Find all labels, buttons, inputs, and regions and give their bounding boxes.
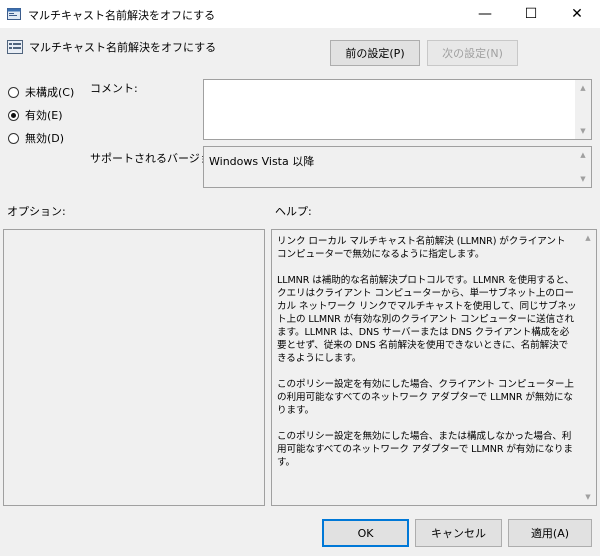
comment-scrollbar[interactable]: ▲ ▼ (575, 80, 591, 139)
help-paragraph: リンク ローカル マルチキャスト名前解決 (LLMNR) がクライアント コンピ… (277, 236, 566, 260)
help-paragraph: このポリシー設定を無効にした場合、または構成しなかった場合、利用可能なすべてのネ… (277, 431, 573, 468)
scroll-up-icon[interactable]: ▲ (575, 147, 591, 163)
apply-button[interactable]: 適用(A) (508, 519, 592, 547)
scroll-up-icon[interactable]: ▲ (580, 230, 596, 246)
radio-not-configured-indicator[interactable] (8, 86, 19, 98)
scroll-down-icon[interactable]: ▼ (580, 489, 596, 505)
options-label: オプション: (7, 205, 66, 218)
help-panel: リンク ローカル マルチキャスト名前解決 (LLMNR) がクライアント コンピ… (271, 229, 597, 506)
next-setting-button[interactable]: 次の設定(N) (427, 40, 518, 66)
policy-setting-icon (7, 40, 23, 54)
supported-on-field: Windows Vista 以降 ▲ ▼ (203, 146, 592, 188)
radio-enabled-indicator[interactable] (8, 109, 19, 121)
help-paragraph: このポリシー設定を有効にした場合、クライアント コンピューター上の利用可能なすべ… (277, 379, 574, 416)
radio-disabled-label: 無効(D) (25, 132, 65, 145)
help-label: ヘルプ: (275, 205, 312, 218)
title-bar: マルチキャスト名前解決をオフにする — ☐ ✕ (0, 0, 600, 28)
minimize-button[interactable]: — (462, 0, 508, 28)
radio-disabled-indicator[interactable] (8, 132, 19, 144)
help-paragraph: LLMNR は補助的な名前解決プロトコルです。LLMNR を使用すると、クエリは… (277, 275, 577, 364)
setting-heading: マルチキャスト名前解決をオフにする (29, 41, 217, 54)
scroll-up-icon[interactable]: ▲ (575, 80, 591, 96)
comment-textarea[interactable]: ▲ ▼ (203, 79, 592, 140)
cancel-button[interactable]: キャンセル (415, 519, 502, 547)
window-title: マルチキャスト名前解決をオフにする (28, 9, 216, 22)
radio-enabled-label: 有効(E) (25, 109, 63, 122)
supported-on-value: Windows Vista 以降 (209, 155, 315, 168)
policy-window-icon (7, 8, 21, 20)
help-scrollbar[interactable]: ▲ ▼ (580, 230, 596, 505)
ok-button[interactable]: OK (322, 519, 409, 547)
scroll-down-icon[interactable]: ▼ (575, 123, 591, 139)
help-text: リンク ローカル マルチキャスト名前解決 (LLMNR) がクライアント コンピ… (277, 235, 577, 482)
radio-not-configured-label: 未構成(C) (25, 86, 75, 99)
maximize-button[interactable]: ☐ (508, 0, 554, 28)
radio-disabled[interactable]: 無効(D) (8, 130, 64, 146)
radio-enabled[interactable]: 有効(E) (8, 107, 63, 123)
close-button[interactable]: ✕ (554, 0, 600, 28)
comment-label: コメント: (90, 82, 138, 95)
scroll-down-icon[interactable]: ▼ (575, 171, 591, 187)
radio-not-configured[interactable]: 未構成(C) (8, 84, 74, 100)
previous-setting-button[interactable]: 前の設定(P) (330, 40, 420, 66)
supported-scrollbar[interactable]: ▲ ▼ (575, 147, 591, 187)
options-panel (3, 229, 265, 506)
